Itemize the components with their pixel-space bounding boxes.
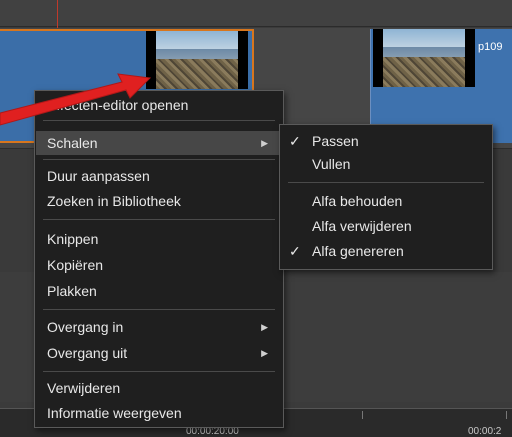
menu-item-scale[interactable]: Schalen ▶ — [36, 131, 282, 155]
checkmark-icon: ✓ — [289, 133, 301, 149]
menu-divider — [43, 159, 275, 160]
chevron-right-icon: ▶ — [261, 138, 268, 148]
menu-item-label: Effecten-editor openen — [47, 97, 189, 113]
menu-divider — [43, 120, 275, 121]
submenu-item-label: Alfa verwijderen — [312, 218, 412, 234]
submenu-item-label: Alfa genereren — [312, 243, 404, 259]
submenu-item-label: Vullen — [312, 156, 351, 172]
menu-item-label: Duur aanpassen — [47, 168, 150, 184]
playhead[interactable] — [57, 0, 58, 28]
menu-item-label: Zoeken in Bibliotheek — [47, 193, 181, 209]
checkmark-icon: ✓ — [289, 243, 301, 259]
clip-title: p109 — [478, 41, 503, 53]
menu-item-show-info[interactable]: Informatie weergeven — [36, 401, 282, 425]
menu-divider — [43, 371, 275, 372]
menu-item-delete[interactable]: Verwijderen — [36, 376, 282, 400]
menu-item-copy[interactable]: Kopiëren — [36, 253, 282, 277]
menu-item-search-library[interactable]: Zoeken in Bibliotheek — [36, 189, 282, 213]
clip-thumbnail — [373, 29, 475, 87]
menu-item-paste[interactable]: Plakken — [36, 279, 282, 303]
timeline-ruler-top[interactable] — [0, 0, 512, 27]
timecode-label: 00:00:2 — [468, 426, 502, 437]
submenu-item-fit[interactable]: ✓ Passen — [281, 129, 491, 153]
menu-item-transition-in[interactable]: Overgang in ▶ — [36, 315, 282, 339]
chevron-right-icon: ▶ — [261, 348, 268, 358]
submenu-item-generate-alpha[interactable]: ✓ Alfa genereren — [281, 239, 491, 263]
submenu-item-keep-alpha[interactable]: Alfa behouden — [281, 189, 491, 213]
chevron-right-icon: ▶ — [261, 322, 268, 332]
menu-divider — [288, 182, 484, 183]
menu-item-label: Kopiëren — [47, 257, 104, 273]
menu-item-effects-editor[interactable]: Effecten-editor openen — [36, 93, 282, 117]
submenu-item-fill[interactable]: Vullen — [281, 152, 491, 176]
menu-item-label: Verwijderen — [47, 380, 121, 396]
menu-item-label: Schalen — [47, 135, 98, 151]
menu-item-label: Knippen — [47, 231, 99, 247]
clip-thumbnail — [146, 31, 248, 89]
scale-submenu: ✓ Passen Vullen Alfa behouden Alfa verwi… — [279, 124, 493, 270]
menu-divider — [43, 309, 275, 310]
menu-divider — [43, 219, 275, 220]
menu-item-transition-out[interactable]: Overgang uit ▶ — [36, 341, 282, 365]
submenu-item-remove-alpha[interactable]: Alfa verwijderen — [281, 214, 491, 238]
menu-item-label: Informatie weergeven — [47, 405, 182, 421]
context-menu: Effecten-editor openen Schalen ▶ Duur aa… — [34, 90, 284, 428]
menu-item-label: Plakken — [47, 283, 97, 299]
menu-item-adjust-duration[interactable]: Duur aanpassen — [36, 164, 282, 188]
menu-item-label: Overgang in — [47, 319, 124, 335]
menu-item-cut[interactable]: Knippen — [36, 227, 282, 251]
submenu-item-label: Passen — [312, 133, 359, 149]
submenu-item-label: Alfa behouden — [312, 193, 403, 209]
menu-item-label: Overgang uit — [47, 345, 128, 361]
